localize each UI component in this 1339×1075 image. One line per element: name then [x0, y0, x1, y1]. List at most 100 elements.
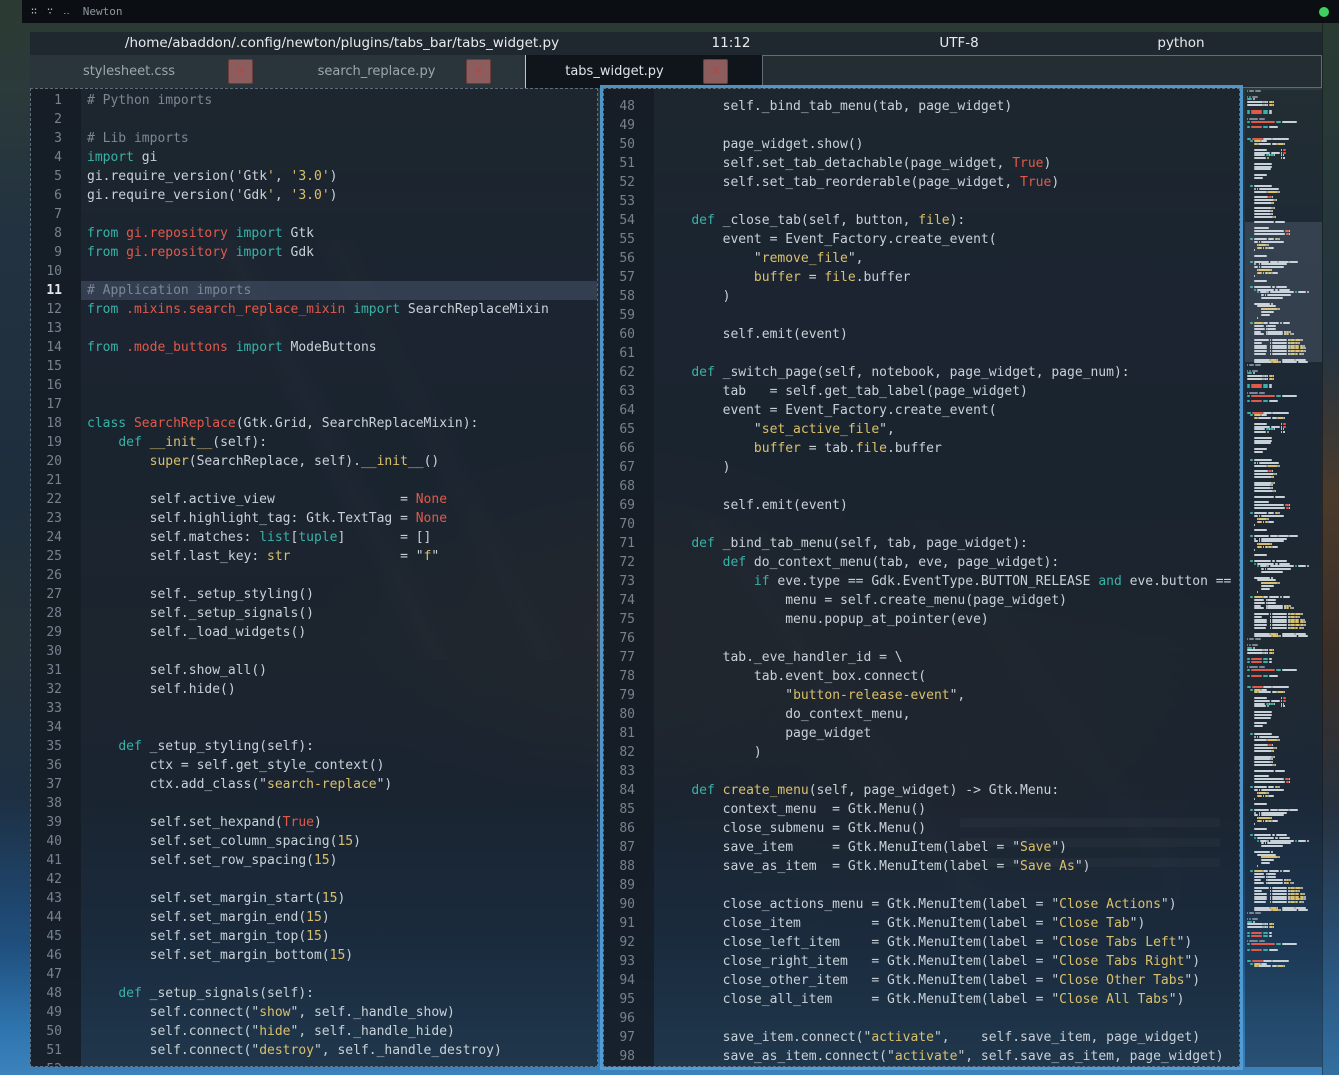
tab-close-button[interactable]: ✕: [228, 59, 253, 84]
code-line[interactable]: 15: [31, 357, 597, 376]
code-line[interactable]: 91 close_item = Gtk.MenuItem(label = "Cl…: [604, 914, 1239, 933]
code-line[interactable]: 48 def _setup_signals(self):: [31, 984, 597, 1003]
code-line[interactable]: 24 self.matches: list[tuple] = []: [31, 528, 597, 547]
code-line[interactable]: 51 self.set_tab_detachable(page_widget, …: [604, 154, 1239, 173]
code-line[interactable]: 65 "set_active_file",: [604, 420, 1239, 439]
code-line[interactable]: 57 buffer = file.buffer: [604, 268, 1239, 287]
code-line[interactable]: 59: [604, 306, 1239, 325]
code-line[interactable]: 90 close_actions_menu = Gtk.MenuItem(lab…: [604, 895, 1239, 914]
code-line[interactable]: 68: [604, 477, 1239, 496]
code-line[interactable]: 66 buffer = tab.file.buffer: [604, 439, 1239, 458]
code-scroll-area[interactable]: 1# Python imports23# Lib imports4import …: [31, 89, 597, 1066]
code-line[interactable]: 33: [31, 699, 597, 718]
code-line[interactable]: 52: [31, 1060, 597, 1067]
code-line[interactable]: 76: [604, 629, 1239, 648]
code-line[interactable]: 53: [604, 192, 1239, 211]
code-line[interactable]: 67 ): [604, 458, 1239, 477]
code-line[interactable]: 4import gi: [31, 148, 597, 167]
code-line[interactable]: 52 self.set_tab_reorderable(page_widget,…: [604, 173, 1239, 192]
code-line[interactable]: 35 def _setup_styling(self):: [31, 737, 597, 756]
code-line[interactable]: 49 self.connect("show", self._handle_sho…: [31, 1003, 597, 1022]
code-line[interactable]: 98 save_as_item.connect("activate", self…: [604, 1047, 1239, 1066]
code-line[interactable]: 31 self.show_all(): [31, 661, 597, 680]
code-line[interactable]: 20 super(SearchReplace, self).__init__(): [31, 452, 597, 471]
code-line[interactable]: 37 ctx.add_class("search-replace"): [31, 775, 597, 794]
code-line[interactable]: 30: [31, 642, 597, 661]
code-line[interactable]: 84 def create_menu(self, page_widget) ->…: [604, 781, 1239, 800]
code-pane-right-focused[interactable]: 48 self._bind_tab_menu(tab, page_widget)…: [603, 88, 1240, 1067]
code-line[interactable]: 3# Lib imports: [31, 129, 597, 148]
tab-tabs-widget-py[interactable]: tabs_widget.py✕: [525, 55, 762, 88]
code-line[interactable]: 43 self.set_margin_start(15): [31, 889, 597, 908]
code-line[interactable]: 79 "button-release-event",: [604, 686, 1239, 705]
code-line[interactable]: 89: [604, 876, 1239, 895]
code-line[interactable]: 38: [31, 794, 597, 813]
code-line[interactable]: 27 self._setup_styling(): [31, 585, 597, 604]
code-scroll-area[interactable]: 48 self._bind_tab_menu(tab, page_widget)…: [604, 89, 1239, 1066]
code-line[interactable]: 39 self.set_hexpand(True): [31, 813, 597, 832]
code-line[interactable]: 49: [604, 116, 1239, 135]
code-line[interactable]: 22 self.active_view = None: [31, 490, 597, 509]
code-line[interactable]: 6gi.require_version('Gdk', '3.0'): [31, 186, 597, 205]
code-line[interactable]: 95 close_all_item = Gtk.MenuItem(label =…: [604, 990, 1239, 1009]
code-line[interactable]: 1# Python imports: [31, 91, 597, 110]
code-line[interactable]: 45 self.set_margin_top(15): [31, 927, 597, 946]
code-line[interactable]: 26: [31, 566, 597, 585]
code-line[interactable]: 77 tab._eve_handler_id = \: [604, 648, 1239, 667]
code-line[interactable]: 44 self.set_margin_end(15): [31, 908, 597, 927]
workspace-dot-icon[interactable]: ‥: [63, 6, 71, 17]
minimap[interactable]: [1245, 90, 1322, 1067]
code-line[interactable]: 2: [31, 110, 597, 129]
workspace-dot-icon[interactable]: ∵: [47, 6, 54, 17]
code-line[interactable]: 47: [31, 965, 597, 984]
code-line[interactable]: 28 self._setup_signals(): [31, 604, 597, 623]
code-line[interactable]: 81 page_widget: [604, 724, 1239, 743]
code-line[interactable]: 88 save_as_item = Gtk.MenuItem(label = "…: [604, 857, 1239, 876]
code-line[interactable]: 62 def _switch_page(self, notebook, page…: [604, 363, 1239, 382]
code-line[interactable]: 71 def _bind_tab_menu(self, tab, page_wi…: [604, 534, 1239, 553]
code-line[interactable]: 8from gi.repository import Gtk: [31, 224, 597, 243]
code-line[interactable]: 92 close_left_item = Gtk.MenuItem(label …: [604, 933, 1239, 952]
code-line[interactable]: 64 event = Event_Factory.create_event(: [604, 401, 1239, 420]
code-line[interactable]: 97 save_item.connect("activate", self.sa…: [604, 1028, 1239, 1047]
code-line[interactable]: 50 page_widget.show(): [604, 135, 1239, 154]
code-line[interactable]: 5gi.require_version('Gtk', '3.0'): [31, 167, 597, 186]
code-line[interactable]: 13: [31, 319, 597, 338]
code-line[interactable]: 40 self.set_column_spacing(15): [31, 832, 597, 851]
code-line[interactable]: 46 self.set_margin_bottom(15): [31, 946, 597, 965]
tab-close-button[interactable]: ✕: [466, 59, 491, 84]
code-line[interactable]: 72 def do_context_menu(tab, eve, page_wi…: [604, 553, 1239, 572]
code-line[interactable]: 55 event = Event_Factory.create_event(: [604, 230, 1239, 249]
code-line[interactable]: 18class SearchReplace(Gtk.Grid, SearchRe…: [31, 414, 597, 433]
code-line[interactable]: 61: [604, 344, 1239, 363]
code-line[interactable]: 42: [31, 870, 597, 889]
code-line[interactable]: 94 close_other_item = Gtk.MenuItem(label…: [604, 971, 1239, 990]
tab-close-button[interactable]: ✕: [703, 59, 728, 84]
code-line[interactable]: 51 self.connect("destroy", self._handle_…: [31, 1041, 597, 1060]
code-line[interactable]: 32 self.hide(): [31, 680, 597, 699]
code-line[interactable]: 11# Application imports: [31, 281, 597, 300]
code-line[interactable]: 50 self.connect("hide", self._handle_hid…: [31, 1022, 597, 1041]
code-line[interactable]: 21: [31, 471, 597, 490]
code-line[interactable]: 7: [31, 205, 597, 224]
code-line[interactable]: 9from gi.repository import Gdk: [31, 243, 597, 262]
code-line[interactable]: 23 self.highlight_tag: Gtk.TextTag = Non…: [31, 509, 597, 528]
code-line[interactable]: 60 self.emit(event): [604, 325, 1239, 344]
code-pane-left[interactable]: 1# Python imports23# Lib imports4import …: [30, 88, 598, 1067]
code-line[interactable]: 34: [31, 718, 597, 737]
code-line[interactable]: 83: [604, 762, 1239, 781]
code-line[interactable]: 93 close_right_item = Gtk.MenuItem(label…: [604, 952, 1239, 971]
code-line[interactable]: 75 menu.popup_at_pointer(eve): [604, 610, 1239, 629]
code-line[interactable]: 36 ctx = self.get_style_context(): [31, 756, 597, 775]
code-line[interactable]: 82 ): [604, 743, 1239, 762]
code-line[interactable]: 63 tab = self.get_tab_label(page_widget): [604, 382, 1239, 401]
code-line[interactable]: 41 self.set_row_spacing(15): [31, 851, 597, 870]
code-line[interactable]: 29 self._load_widgets(): [31, 623, 597, 642]
code-line[interactable]: 14from .mode_buttons import ModeButtons: [31, 338, 597, 357]
code-line[interactable]: 96: [604, 1009, 1239, 1028]
code-line[interactable]: 19 def __init__(self):: [31, 433, 597, 452]
code-line[interactable]: 17: [31, 395, 597, 414]
code-line[interactable]: 85 context_menu = Gtk.Menu(): [604, 800, 1239, 819]
code-line[interactable]: 69 self.emit(event): [604, 496, 1239, 515]
code-line[interactable]: 87 save_item = Gtk.MenuItem(label = "Sav…: [604, 838, 1239, 857]
